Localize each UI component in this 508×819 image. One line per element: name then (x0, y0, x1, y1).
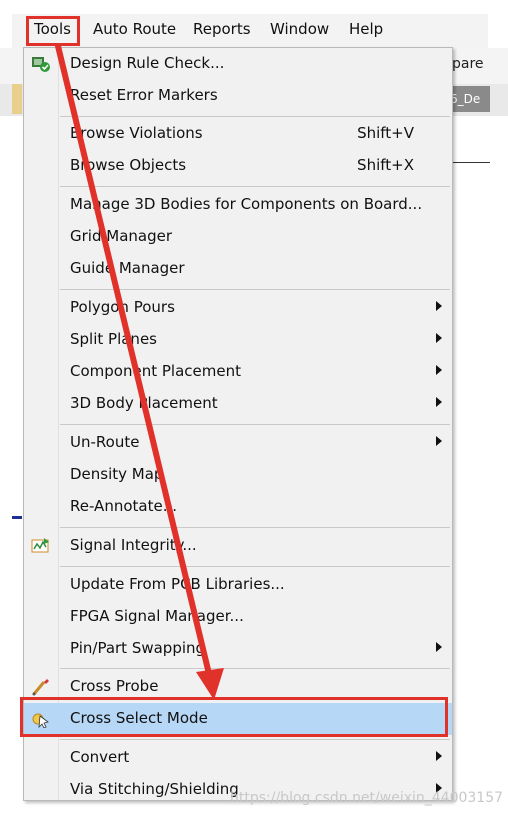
menu-item-split-planes[interactable]: Split Planes (24, 324, 452, 356)
menu-item-label: Manage 3D Bodies for Components on Board… (70, 195, 423, 213)
menu-item-label: Update From PCB Libraries... (70, 575, 285, 593)
menu-item-label: Component Placement (70, 362, 241, 380)
menu-item-label: 3D Body Placement (70, 394, 218, 412)
menu-item-label: Guide Manager (70, 259, 185, 277)
submenu-arrow-icon (436, 365, 442, 375)
menu-item-reset-error-markers[interactable]: Reset Error Markers (24, 80, 452, 112)
menu-separator (60, 527, 450, 528)
menu-item-label: Grid Manager (70, 227, 172, 245)
cross-select-annotation-box (20, 697, 448, 737)
menu-item-density-map[interactable]: Density Map (24, 459, 452, 491)
menu-item-label: Polygon Pours (70, 298, 175, 316)
submenu-arrow-icon (436, 436, 442, 446)
menu-window[interactable]: Window (270, 20, 329, 38)
menu-auto-route[interactable]: Auto Route (93, 20, 176, 38)
menu-item-label: Pin/Part Swapping (70, 639, 206, 657)
menu-bar: Tools Auto Route Reports Window Help (12, 14, 488, 48)
menu-separator (60, 739, 450, 740)
menu-item-label: Browse Objects (70, 156, 187, 174)
menu-item-un-route[interactable]: Un-Route (24, 427, 452, 459)
menu-separator (60, 668, 450, 669)
menu-item-label: Browse Violations (70, 124, 203, 142)
menu-item-label: Re-Annotate... (70, 497, 177, 515)
menu-item-browse-violations[interactable]: Browse Violations Shift+V (24, 118, 452, 150)
submenu-arrow-icon (436, 642, 442, 652)
submenu-arrow-icon (436, 397, 442, 407)
menu-separator (60, 566, 450, 567)
menu-item-shortcut: Shift+V (357, 124, 414, 142)
menu-separator (60, 289, 450, 290)
menu-item-design-rule-check[interactable]: Design Rule Check... (24, 48, 452, 80)
background-toolbar-text: pare (452, 56, 484, 72)
menu-item-grid-manager[interactable]: Grid Manager (24, 221, 452, 253)
submenu-arrow-icon (436, 751, 442, 761)
background-divider (452, 162, 490, 163)
menu-item-label: Un-Route (70, 433, 140, 451)
menu-reports[interactable]: Reports (193, 20, 251, 38)
submenu-arrow-icon (436, 301, 442, 311)
menu-item-component-placement[interactable]: Component Placement (24, 356, 452, 388)
background-tab-icon (12, 84, 22, 114)
tools-dropdown-menu: Design Rule Check... Reset Error Markers… (23, 47, 453, 801)
menu-separator (60, 186, 450, 187)
menu-item-label: Split Planes (70, 330, 157, 348)
menu-item-fpga-signal-manager[interactable]: FPGA Signal Manager... (24, 601, 452, 633)
menu-item-shortcut: Shift+X (357, 156, 414, 174)
background-document-tab[interactable]: 6_De (450, 86, 490, 112)
menu-item-update-from-pcb-libraries[interactable]: Update From PCB Libraries... (24, 569, 452, 601)
menu-item-label: Signal Integrity... (70, 536, 197, 554)
menu-item-pin-part-swapping[interactable]: Pin/Part Swapping (24, 633, 452, 665)
menu-item-re-annotate[interactable]: Re-Annotate... (24, 491, 452, 523)
submenu-arrow-icon (436, 333, 442, 343)
menu-item-label: Design Rule Check... (70, 54, 225, 72)
menu-item-label: Reset Error Markers (70, 86, 218, 104)
background-blue-mark (12, 516, 22, 519)
menu-item-signal-integrity[interactable]: Signal Integrity... (24, 530, 452, 562)
watermark-text: https://blog.csdn.net/weixin_44003157 (230, 790, 504, 806)
tools-annotation-box (26, 16, 80, 46)
menu-item-browse-objects[interactable]: Browse Objects Shift+X (24, 150, 452, 182)
drc-check-icon (31, 55, 51, 73)
menu-item-convert[interactable]: Convert (24, 742, 452, 774)
menu-item-manage-3d-bodies[interactable]: Manage 3D Bodies for Components on Board… (24, 189, 452, 221)
menu-separator (60, 424, 450, 425)
signal-integrity-icon (31, 537, 51, 555)
menu-item-label: Cross Probe (70, 677, 159, 695)
cross-probe-icon (31, 678, 51, 696)
menu-item-label: Density Map (70, 465, 164, 483)
menu-item-label: Convert (70, 748, 130, 766)
menu-item-polygon-pours[interactable]: Polygon Pours (24, 292, 452, 324)
menu-item-label: Via Stitching/Shielding (70, 780, 239, 798)
menu-item-3d-body-placement[interactable]: 3D Body Placement (24, 388, 452, 420)
menu-item-label: FPGA Signal Manager... (70, 607, 244, 625)
menu-help[interactable]: Help (349, 20, 383, 38)
menu-separator (60, 116, 450, 117)
menu-item-guide-manager[interactable]: Guide Manager (24, 253, 452, 285)
